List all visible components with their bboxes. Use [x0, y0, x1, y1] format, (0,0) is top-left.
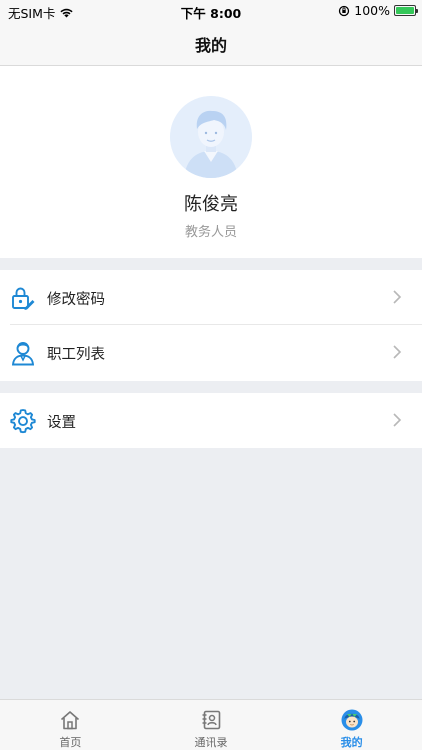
gear-icon	[10, 409, 36, 434]
menu-label-settings: 设置	[47, 415, 76, 431]
chevron-right-icon	[393, 345, 402, 359]
tab-bar: 首页 通讯录 我的	[0, 699, 422, 750]
menu-item-change-password[interactable]: 修改密码	[0, 270, 422, 325]
tab-label-me: 我的	[340, 736, 363, 749]
status-right: 100%	[338, 3, 418, 18]
menu-group-settings: 设置	[0, 393, 422, 448]
battery-icon	[394, 5, 418, 16]
lock-edit-icon	[12, 287, 35, 310]
tab-me[interactable]: 我的	[281, 700, 422, 750]
tab-home[interactable]: 首页	[0, 700, 141, 750]
tab-contacts[interactable]: 通讯录	[141, 700, 282, 750]
menu-group-account: 修改密码 职工列表	[0, 270, 422, 381]
menu-label-change-password: 修改密码	[47, 292, 105, 308]
contacts-icon	[202, 710, 221, 730]
battery-fill	[396, 7, 414, 14]
battery-percent: 100%	[354, 3, 390, 18]
menu-label-staff-list: 职工列表	[47, 347, 105, 363]
user-name: 陈俊亮	[184, 194, 238, 215]
page-title: 我的	[194, 35, 227, 55]
home-icon	[61, 711, 80, 730]
me-avatar-icon	[341, 709, 363, 731]
chevron-right-icon	[393, 290, 402, 304]
tab-label-home: 首页	[59, 736, 82, 749]
screen: 无SIM卡 下午 8:00 100% 我的 陈俊亮 教务人员 修改密码 职工列表…	[0, 0, 422, 750]
chevron-right-icon	[393, 413, 402, 427]
avatar[interactable]	[170, 96, 252, 178]
nav-bar: 我的	[0, 22, 422, 66]
staff-icon	[11, 342, 35, 366]
profile-card: 陈俊亮 教务人员	[0, 66, 422, 258]
status-bar: 无SIM卡 下午 8:00 100%	[0, 0, 422, 22]
avatar-person-icon	[170, 96, 252, 178]
orientation-lock-icon	[339, 5, 350, 16]
user-role: 教务人员	[184, 225, 237, 240]
menu-item-staff-list[interactable]: 职工列表	[0, 325, 422, 380]
tab-label-contacts: 通讯录	[194, 736, 228, 749]
menu-item-settings[interactable]: 设置	[0, 393, 422, 448]
